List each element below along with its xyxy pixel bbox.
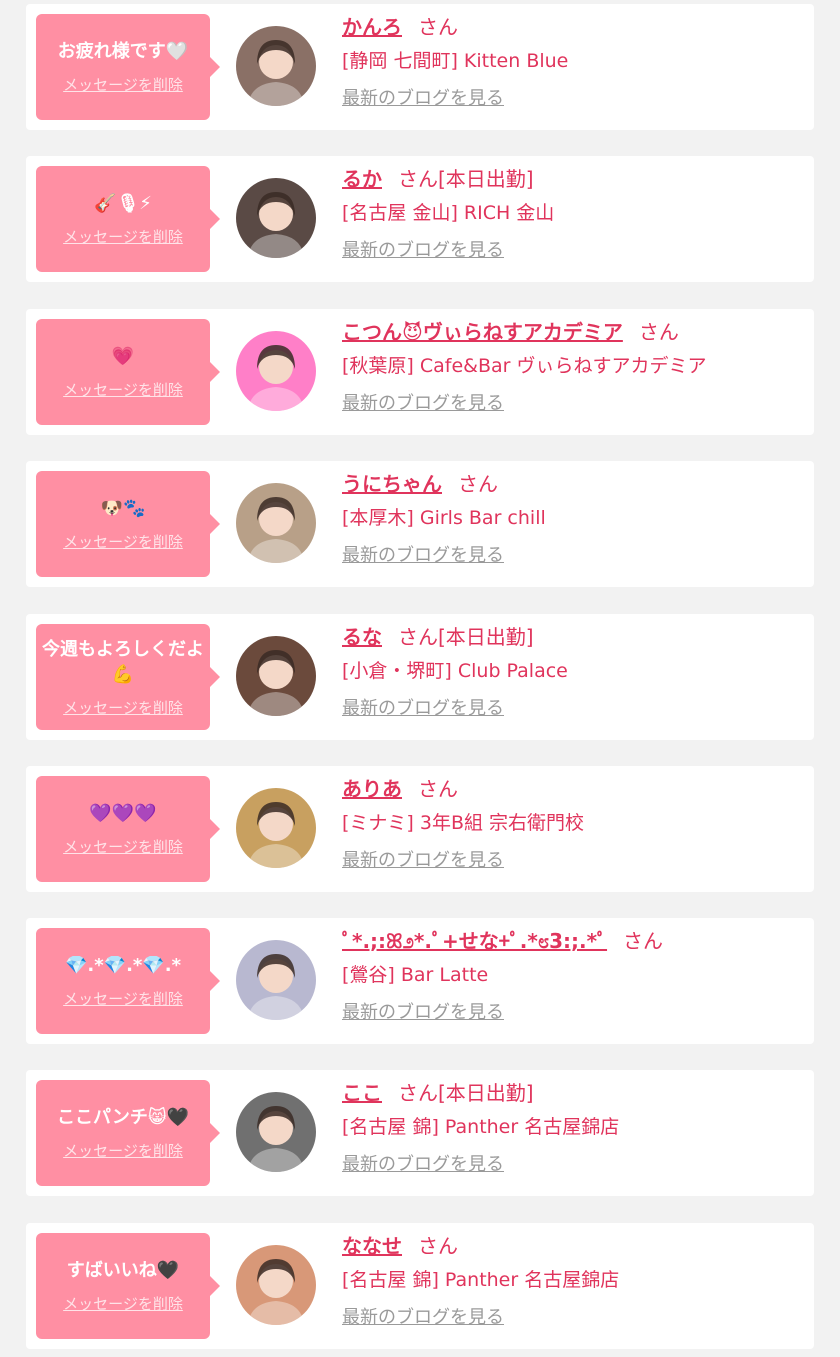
latest-blog-link[interactable]: 最新のブログを見る [342, 1305, 504, 1331]
message-text: 🐶🐾 [100, 498, 146, 519]
message-bubble: ここパンチ😸🖤 メッセージを削除 [36, 1080, 220, 1186]
cast-name-link[interactable]: ﾟ*.;:ꕤ೨*.ﾟ+せな+ﾟ.*೮3:;.*ﾟ [342, 929, 607, 953]
honorific: さん [623, 929, 664, 953]
delete-message-link[interactable]: メッセージを削除 [63, 836, 183, 857]
message-text: 💜💜💜 [89, 803, 157, 824]
avatar[interactable] [236, 788, 316, 868]
shop-info: [小倉・堺町] Club Palace [342, 660, 568, 682]
message-bubble: 💜💜💜 メッセージを削除 [36, 776, 220, 882]
honorific: さん [638, 320, 679, 344]
message-card: お疲れ様です🤍 メッセージを削除 かんろ さん [静岡 七間町] Kitten B… [26, 4, 814, 130]
message-bubble: 💗 メッセージを削除 [36, 319, 220, 425]
message-text: お疲れ様です🤍 [57, 41, 189, 62]
attendance-status: [本日出勤] [438, 167, 534, 191]
honorific: さん [418, 15, 458, 39]
delete-message-link[interactable]: メッセージを削除 [63, 1293, 183, 1314]
avatar[interactable] [236, 940, 316, 1020]
avatar[interactable] [236, 1092, 316, 1172]
message-card: 💜💜💜 メッセージを削除 ありあ さん [ミナミ] 3年B組 宗右衛門校 最新のブ… [26, 766, 814, 892]
shop-info: [鶯谷] Bar Latte [342, 964, 489, 986]
message-card: ここパンチ😸🖤 メッセージを削除 ここ さん[本日出勤] [名古屋 錦] Pant… [26, 1070, 814, 1196]
cast-name-link[interactable]: ありあ [342, 777, 402, 801]
delete-message-link[interactable]: メッセージを削除 [63, 1140, 183, 1161]
avatar[interactable] [236, 331, 316, 411]
delete-message-link[interactable]: メッセージを削除 [63, 226, 183, 247]
message-card: 今週もよろしくだよ💪 メッセージを削除 るな さん[本日出勤] [小倉・堺町] C… [26, 614, 814, 740]
message-bubble: 今週もよろしくだよ💪 メッセージを削除 [36, 624, 220, 730]
message-bubble: 💎.*💎.*💎.* メッセージを削除 [36, 928, 220, 1034]
message-text: 🎸🎙⚡ [94, 193, 152, 214]
message-card: 💎.*💎.*💎.* メッセージを削除 ﾟ*.;:ꕤ೨*.ﾟ+せな+ﾟ.*೮3:;… [26, 918, 814, 1044]
avatar[interactable] [236, 483, 316, 563]
avatar-photo [236, 26, 316, 106]
cast-name-link[interactable]: ななせ [342, 1234, 402, 1258]
avatar-photo [236, 331, 316, 411]
message-bubble: 🐶🐾 メッセージを削除 [36, 471, 220, 577]
honorific: さん [398, 167, 438, 191]
cast-name-link[interactable]: るか [342, 167, 382, 191]
attendance-status: [本日出勤] [438, 625, 534, 649]
avatar-photo [236, 940, 316, 1020]
honorific: さん [398, 625, 438, 649]
message-card: すばいいね🖤 メッセージを削除 ななせ さん [名古屋 錦] Panther 名古… [26, 1223, 814, 1349]
message-text: ここパンチ😸🖤 [56, 1107, 190, 1128]
honorific: さん [458, 472, 498, 496]
shop-info: [名古屋 錦] Panther 名古屋錦店 [342, 1269, 620, 1291]
message-card: 🎸🎙⚡ メッセージを削除 るか さん[本日出勤] [名古屋 金山] RICH 金山… [26, 156, 814, 282]
avatar-photo [236, 1092, 316, 1172]
latest-blog-link[interactable]: 最新のブログを見る [342, 86, 504, 112]
cast-name-link[interactable]: るな [342, 625, 382, 649]
latest-blog-link[interactable]: 最新のブログを見る [342, 1152, 504, 1178]
cast-name-link[interactable]: かんろ [342, 15, 402, 39]
cast-name-link[interactable]: ここ [342, 1081, 382, 1105]
avatar[interactable] [236, 636, 316, 716]
shop-info: [ミナミ] 3年B組 宗右衛門校 [342, 812, 585, 834]
message-bubble: 🎸🎙⚡ メッセージを削除 [36, 166, 220, 272]
avatar-photo [236, 178, 316, 258]
message-card: 🐶🐾 メッセージを削除 うにちゃん さん [本厚木] Girls Bar chil… [26, 461, 814, 587]
delete-message-link[interactable]: メッセージを削除 [63, 531, 183, 552]
latest-blog-link[interactable]: 最新のブログを見る [342, 543, 504, 569]
avatar-photo [236, 788, 316, 868]
message-bubble: すばいいね🖤 メッセージを削除 [36, 1233, 220, 1339]
avatar-photo [236, 1245, 316, 1325]
avatar[interactable] [236, 178, 316, 258]
avatar-photo [236, 483, 316, 563]
message-text: 💗 [111, 346, 135, 367]
avatar[interactable] [236, 26, 316, 106]
message-text: 💎.*💎.*💎.* [65, 955, 181, 976]
delete-message-link[interactable]: メッセージを削除 [63, 988, 183, 1009]
honorific: さん [418, 1234, 458, 1258]
shop-info: [名古屋 金山] RICH 金山 [342, 202, 555, 224]
message-text: 今週もよろしくだよ💪 [42, 638, 204, 685]
avatar-photo [236, 636, 316, 716]
honorific: さん [418, 777, 458, 801]
shop-info: [名古屋 錦] Panther 名古屋錦店 [342, 1116, 620, 1138]
shop-info: [秋葉原] Cafe&Bar ヴぃらねすアカデミア [342, 355, 707, 377]
honorific: さん [398, 1081, 438, 1105]
attendance-status: [本日出勤] [438, 1081, 534, 1105]
avatar[interactable] [236, 1245, 316, 1325]
delete-message-link[interactable]: メッセージを削除 [63, 379, 183, 400]
message-bubble: お疲れ様です🤍 メッセージを削除 [36, 14, 220, 120]
shop-info: [静岡 七間町] Kitten Blue [342, 50, 569, 72]
delete-message-link[interactable]: メッセージを削除 [63, 697, 183, 718]
latest-blog-link[interactable]: 最新のブログを見る [342, 1000, 504, 1026]
latest-blog-link[interactable]: 最新のブログを見る [342, 391, 504, 417]
latest-blog-link[interactable]: 最新のブログを見る [342, 238, 504, 264]
shop-info: [本厚木] Girls Bar chill [342, 507, 546, 529]
message-text: すばいいね🖤 [66, 1260, 180, 1281]
cast-name-link[interactable]: こつん😈ヴぃらねすアカデミア [342, 320, 623, 344]
delete-message-link[interactable]: メッセージを削除 [63, 74, 183, 95]
latest-blog-link[interactable]: 最新のブログを見る [342, 696, 504, 722]
message-card: 💗 メッセージを削除 こつん😈ヴぃらねすアカデミア さん [秋葉原] Cafe&B… [26, 309, 814, 435]
cast-name-link[interactable]: うにちゃん [342, 472, 442, 496]
latest-blog-link[interactable]: 最新のブログを見る [342, 848, 504, 874]
